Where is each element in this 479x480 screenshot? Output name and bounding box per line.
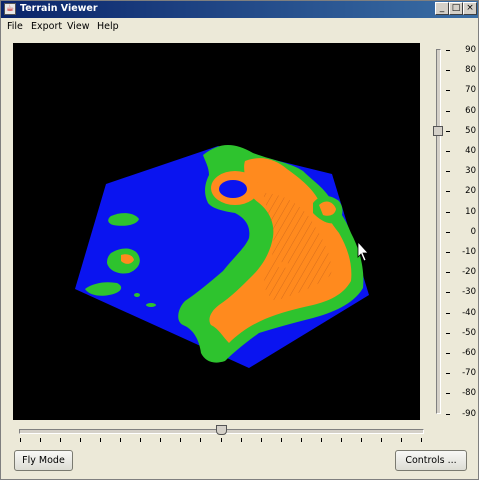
pitch-tick-label: 40 [465, 146, 476, 156]
pitch-tick-label: -70 [462, 368, 476, 379]
pitch-tick-label: -90 [462, 408, 476, 419]
menu-bar: File Export View Help [1, 18, 478, 35]
menu-file[interactable]: File [7, 21, 23, 32]
islet [134, 293, 140, 297]
pitch-tick-label: -40 [462, 307, 476, 318]
pitch-tick-label: 80 [465, 65, 476, 76]
heading-tick [80, 438, 82, 442]
pitch-tick-label: 50 [465, 125, 476, 136]
heading-tick [160, 438, 162, 442]
heading-tick [60, 438, 62, 442]
heading-tick [260, 438, 262, 442]
heading-tick [20, 438, 21, 442]
window-title: Terrain Viewer [20, 3, 98, 14]
pitch-tick-label: 20 [465, 186, 476, 197]
heading-slider[interactable] [13, 423, 431, 445]
heading-tick [100, 438, 102, 442]
pitch-tick-label: -50 [462, 327, 476, 338]
pitch-tick-label: 10 [465, 206, 476, 217]
pitch-tick-label: -10 [462, 247, 476, 257]
heading-tick [140, 438, 142, 442]
minimize-button[interactable]: _ [435, 2, 449, 15]
terrain-viewport[interactable] [13, 43, 420, 420]
heading-tick [200, 438, 202, 442]
pitch-tick-label: -20 [462, 267, 476, 278]
heading-tick [120, 438, 122, 442]
heading-tick [380, 438, 382, 442]
controls-button[interactable]: Controls ... [395, 450, 467, 471]
pitch-tick-label: -60 [462, 348, 476, 358]
islet [277, 262, 289, 268]
pitch-tick-label: 70 [465, 85, 476, 96]
heading-tick [240, 438, 242, 442]
heading-tick [40, 438, 42, 442]
fly-mode-button[interactable]: Fly Mode [14, 450, 73, 471]
pitch-slider-track[interactable] [436, 49, 441, 414]
heading-tick [300, 438, 302, 442]
close-button[interactable]: × [463, 2, 477, 15]
heading-tick [340, 438, 342, 442]
heading-tick [220, 438, 222, 442]
crater-lake [219, 180, 247, 198]
pitch-tick-label: 90 [465, 45, 476, 55]
pitch-tick-label: 60 [465, 105, 476, 116]
heading-slider-thumb[interactable] [215, 425, 227, 435]
menu-view[interactable]: View [67, 21, 90, 32]
pitch-slider[interactable]: 90 80 70 60 50 40 30 20 10 0 -10 -20 -30 -40 -50 -60 -70… [431, 43, 477, 420]
heading-tick [320, 438, 322, 442]
title-bar[interactable]: ☕ Terrain Viewer _ □ × [1, 1, 478, 18]
heading-tick [180, 438, 182, 442]
menu-export[interactable]: Export [31, 21, 62, 32]
islet [146, 303, 156, 307]
heading-tick [280, 438, 282, 442]
maximize-button[interactable]: □ [449, 2, 463, 15]
pitch-tick-label: -30 [462, 287, 476, 298]
pitch-tick-label: 30 [465, 166, 476, 177]
menu-help[interactable]: Help [97, 21, 119, 32]
heading-tick [421, 438, 422, 442]
terrain-render [75, 144, 369, 368]
heading-tick [400, 438, 402, 442]
pitch-tick-label: 0 [470, 226, 476, 237]
terrain-viewer-window: ☕ Terrain Viewer _ □ × File Export View … [0, 0, 479, 480]
heading-tick [360, 438, 362, 442]
pitch-slider-thumb[interactable] [433, 125, 443, 136]
java-app-icon: ☕ [4, 3, 16, 15]
pitch-tick-label: -80 [462, 388, 476, 399]
